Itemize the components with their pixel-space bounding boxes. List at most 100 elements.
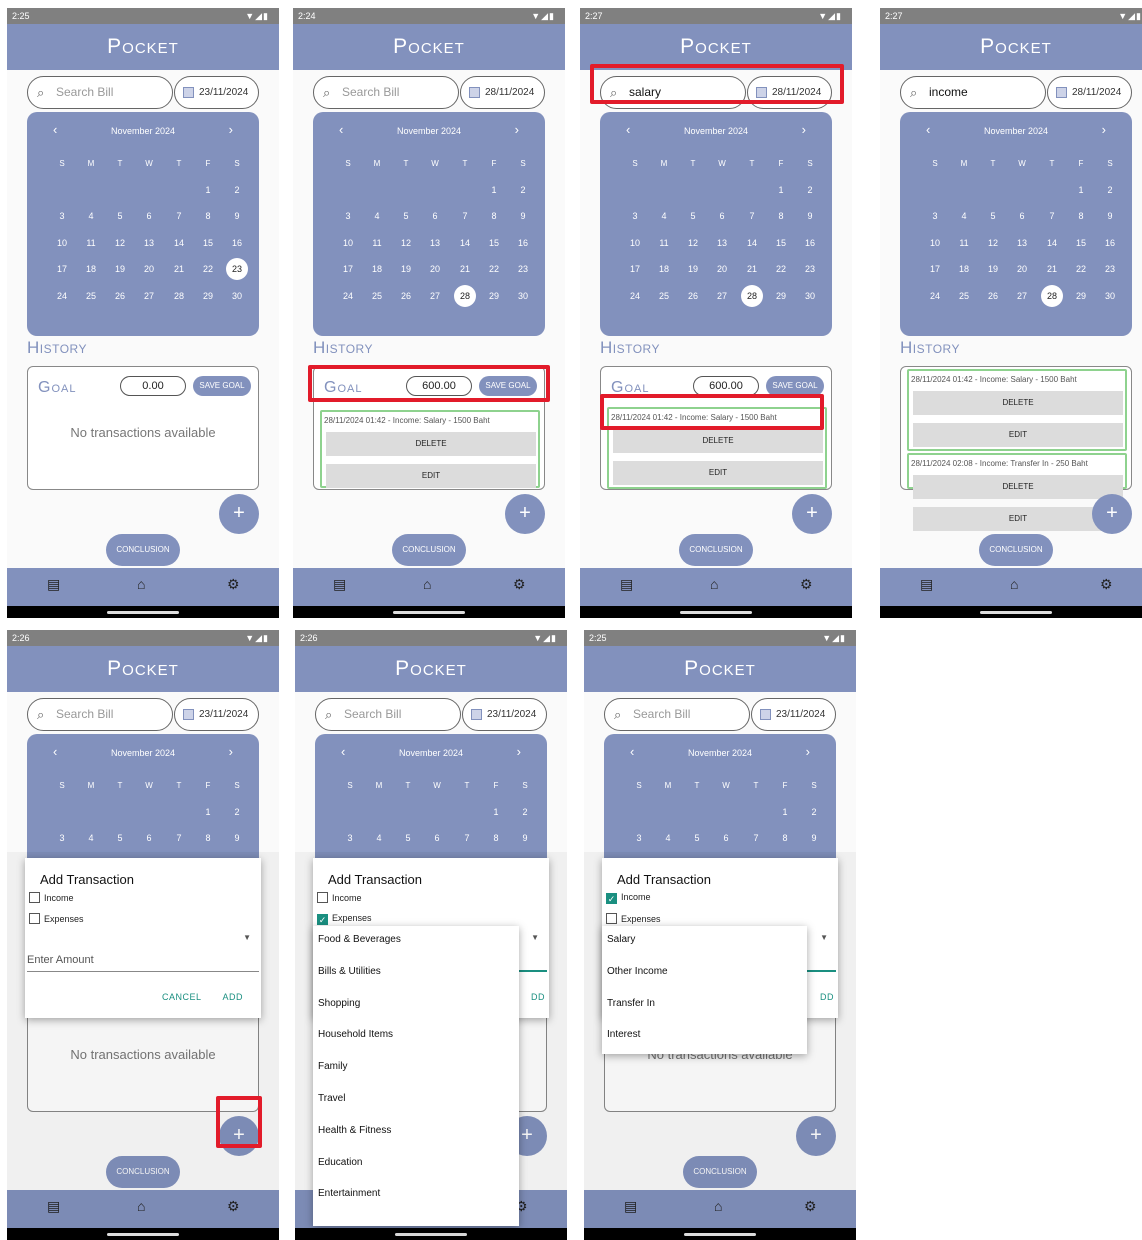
calendar-day[interactable]: 27: [138, 285, 160, 307]
calendar-day[interactable]: 5: [109, 827, 131, 849]
calendar-day[interactable]: 19: [982, 258, 1004, 280]
calendar-day[interactable]: 8: [1070, 205, 1092, 227]
category-option[interactable]: Family: [318, 1061, 347, 1072]
calendar-day[interactable]: 18: [366, 258, 388, 280]
calendar-day[interactable]: 28: [741, 285, 763, 307]
calendar-day[interactable]: 29: [483, 285, 505, 307]
search-input[interactable]: ⌕ Search Bill: [313, 76, 459, 109]
calendar-day[interactable]: 23: [226, 258, 248, 280]
delete-button[interactable]: DELETE: [326, 432, 536, 456]
home-icon[interactable]: ⌂: [710, 576, 718, 592]
calendar-day[interactable]: 11: [653, 232, 675, 254]
calendar-day[interactable]: 2: [226, 179, 248, 201]
calendar-day[interactable]: 16: [226, 232, 248, 254]
calendar-day[interactable]: 8: [774, 827, 796, 849]
calendar-day[interactable]: 15: [197, 232, 219, 254]
calendar-day[interactable]: 2: [514, 801, 536, 823]
goal-amount-input[interactable]: 0.00: [120, 376, 186, 396]
calendar-day[interactable]: 14: [1041, 232, 1063, 254]
category-option[interactable]: Shopping: [318, 998, 360, 1009]
calendar-day[interactable]: 10: [924, 232, 946, 254]
calendar-day[interactable]: 1: [197, 179, 219, 201]
cancel-button[interactable]: CANCEL: [162, 992, 202, 1002]
calendar-day[interactable]: 12: [682, 232, 704, 254]
calendar-day[interactable]: 3: [924, 205, 946, 227]
calendar-day[interactable]: 17: [624, 258, 646, 280]
calendar-day[interactable]: 4: [657, 827, 679, 849]
calendar-day[interactable]: 28: [1041, 285, 1063, 307]
calendar-day[interactable]: 19: [395, 258, 417, 280]
edit-button[interactable]: EDIT: [326, 464, 536, 488]
calendar-day[interactable]: 9: [1099, 205, 1121, 227]
calendar-day[interactable]: 16: [1099, 232, 1121, 254]
calendar-day[interactable]: 7: [1041, 205, 1063, 227]
chevron-down-icon[interactable]: ▼: [243, 933, 251, 942]
calendar-day[interactable]: 6: [711, 205, 733, 227]
conclusion-button[interactable]: CONCLUSION: [979, 534, 1053, 566]
category-option[interactable]: Food & Beverages: [318, 934, 401, 945]
calendar-day[interactable]: 9: [226, 205, 248, 227]
calendar-day[interactable]: 12: [395, 232, 417, 254]
save-goal-button[interactable]: SAVE GOAL: [766, 376, 824, 396]
calendar-day[interactable]: 8: [770, 205, 792, 227]
calendar-day[interactable]: 2: [1099, 179, 1121, 201]
home-icon[interactable]: ⌂: [1010, 576, 1018, 592]
calendar-day[interactable]: 29: [197, 285, 219, 307]
expenses-checkbox[interactable]: Expenses: [606, 913, 661, 924]
calendar-day[interactable]: 1: [1070, 179, 1092, 201]
calendar-day[interactable]: 10: [51, 232, 73, 254]
calendar-day[interactable]: 22: [770, 258, 792, 280]
calendar-day[interactable]: 8: [197, 205, 219, 227]
calendar-day[interactable]: 3: [51, 205, 73, 227]
calendar-day[interactable]: 4: [80, 827, 102, 849]
gear-icon[interactable]: ⚙: [227, 576, 240, 593]
calendar-day[interactable]: 5: [395, 205, 417, 227]
calendar-day[interactable]: 25: [653, 285, 675, 307]
calendar-day[interactable]: 28: [454, 285, 476, 307]
calendar-day[interactable]: 16: [512, 232, 534, 254]
amount-input[interactable]: Enter Amount: [27, 954, 259, 972]
calendar-day[interactable]: 30: [799, 285, 821, 307]
calendar-day[interactable]: 14: [168, 232, 190, 254]
calendar-day[interactable]: 9: [514, 827, 536, 849]
calendar-day[interactable]: 11: [953, 232, 975, 254]
calendar-day[interactable]: 9: [803, 827, 825, 849]
calendar-day[interactable]: 24: [624, 285, 646, 307]
expenses-checkbox[interactable]: Expenses: [29, 913, 84, 924]
calendar-day[interactable]: 14: [741, 232, 763, 254]
calendar-day[interactable]: 26: [682, 285, 704, 307]
calendar-day[interactable]: 12: [109, 232, 131, 254]
add-transaction-button[interactable]: +: [505, 494, 545, 534]
income-checkbox[interactable]: ✓ Income: [606, 892, 651, 904]
calendar-day[interactable]: 19: [109, 258, 131, 280]
calendar-day[interactable]: 11: [80, 232, 102, 254]
calendar-day[interactable]: 5: [686, 827, 708, 849]
category-option[interactable]: Interest: [607, 1029, 640, 1040]
calendar-day[interactable]: 5: [682, 205, 704, 227]
list-icon[interactable]: ▤: [333, 576, 346, 593]
home-icon[interactable]: ⌂: [137, 576, 145, 592]
calendar-day[interactable]: 8: [197, 827, 219, 849]
list-icon[interactable]: ▤: [920, 576, 933, 593]
calendar-day[interactable]: 10: [624, 232, 646, 254]
category-option[interactable]: Other Income: [607, 966, 668, 977]
calendar-day[interactable]: 24: [924, 285, 946, 307]
calendar-day[interactable]: 5: [397, 827, 419, 849]
calendar-day[interactable]: 8: [483, 205, 505, 227]
calendar-day[interactable]: 22: [197, 258, 219, 280]
calendar-day[interactable]: 27: [424, 285, 446, 307]
income-checkbox[interactable]: Income: [29, 892, 74, 903]
calendar-day[interactable]: 9: [512, 205, 534, 227]
calendar-day[interactable]: 20: [711, 258, 733, 280]
calendar-day[interactable]: 25: [953, 285, 975, 307]
calendar-day[interactable]: 24: [51, 285, 73, 307]
calendar-day[interactable]: 18: [653, 258, 675, 280]
goal-amount-input[interactable]: 600.00: [693, 376, 759, 396]
date-picker-button[interactable]: 28/11/2024: [1047, 76, 1132, 109]
search-input[interactable]: ⌕ Search Bill: [27, 698, 173, 731]
calendar-day[interactable]: 22: [483, 258, 505, 280]
calendar-day[interactable]: 3: [628, 827, 650, 849]
calendar-day[interactable]: 15: [770, 232, 792, 254]
calendar-day[interactable]: 30: [1099, 285, 1121, 307]
calendar-day[interactable]: 6: [1011, 205, 1033, 227]
